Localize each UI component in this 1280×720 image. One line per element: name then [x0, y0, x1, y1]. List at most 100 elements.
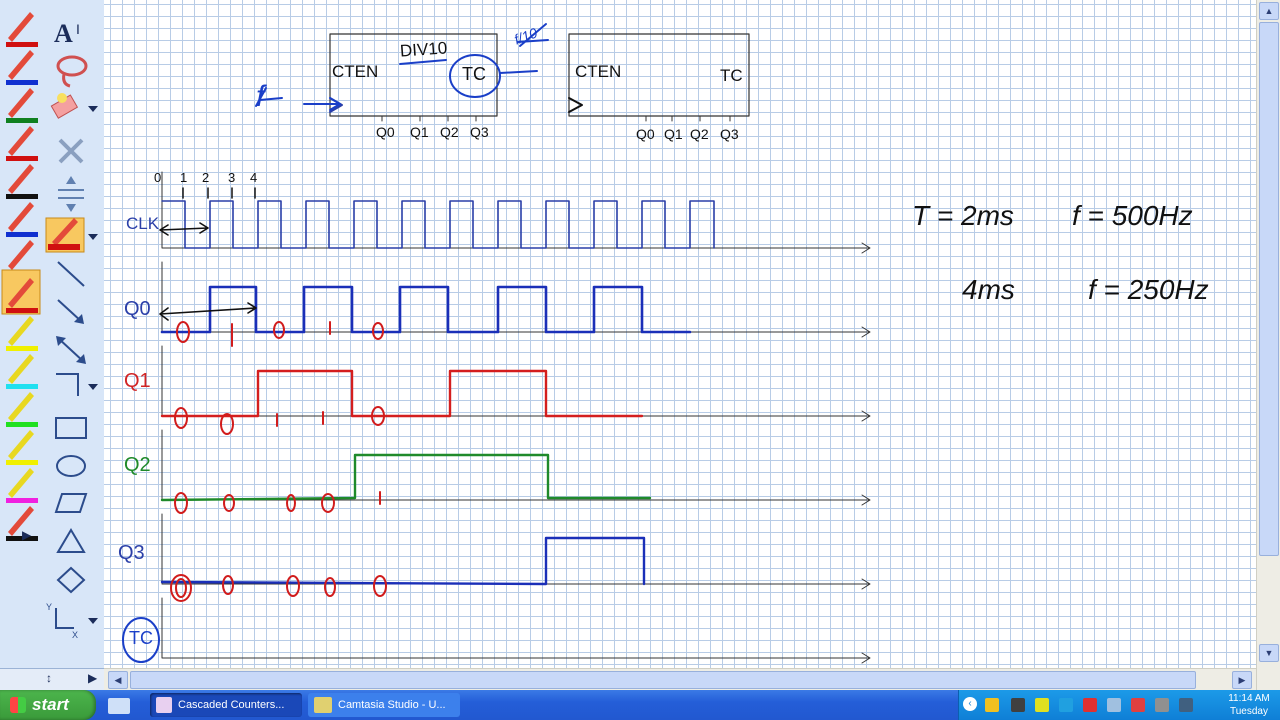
counter1-q1-label: Q1 [410, 124, 429, 140]
task-button-cascaded-counters[interactable]: Cascaded Counters... [150, 693, 302, 717]
horizontal-scrollbar[interactable]: ◀ ▶ [104, 668, 1256, 691]
red-pen-icon [1, 269, 41, 315]
text-tool-icon: A [54, 19, 73, 48]
rectangle-tool-icon [55, 417, 87, 439]
signal-label-tc: TC [129, 628, 153, 648]
scroll-right-button[interactable]: ▶ [1232, 671, 1252, 689]
q2-waveform [160, 453, 652, 502]
red-pen-icon [6, 126, 38, 161]
counter1-tc-label: TC [462, 64, 486, 84]
tray-expand-icon[interactable]: ‹ [963, 697, 977, 711]
scroll-up-button[interactable]: ▲ [1259, 2, 1279, 20]
delete-icon [58, 138, 84, 164]
clock-day: Tuesday [1230, 706, 1268, 717]
user-icon[interactable] [1179, 698, 1193, 712]
signal-label-q0: Q0 [124, 298, 151, 320]
note-freq-q0: f = 250Hz [1088, 274, 1209, 305]
antivirus-icon[interactable] [1083, 698, 1097, 712]
parallelogram-tool-icon [54, 493, 88, 513]
network-icon[interactable] [1011, 698, 1025, 712]
quicklaunch-icon[interactable] [108, 698, 130, 714]
vertical-scroll-thumb[interactable] [1259, 22, 1279, 556]
diamond-tool-icon [56, 566, 86, 594]
counter2-tc-label: TC [720, 66, 743, 85]
pen-palette[interactable] [0, 4, 44, 544]
dropdown-arrow-icon [88, 234, 98, 240]
camtasia-tray-icon[interactable] [1131, 698, 1145, 712]
whiteboard-canvas[interactable]: CTEN DIV10 TC f f/10 Q0 Q1 Q2 Q3 CTEN TC… [104, 0, 1256, 668]
insert-space-icon [58, 176, 84, 212]
arrow-tool-icon [57, 299, 84, 324]
clock-count-2: 2 [202, 170, 210, 185]
expand-icon[interactable]: ▶ [88, 671, 97, 685]
clk-waveform [161, 200, 715, 249]
scroll-down-button[interactable]: ▼ [1259, 644, 1279, 662]
note-period-clk: T = 2ms [912, 200, 1014, 231]
black-pen-icon [6, 164, 38, 199]
note-freq-clk: f = 500Hz [1072, 200, 1193, 231]
scroll-tools-down[interactable]: ↕ ▶ [0, 668, 104, 691]
task-label: Cascaded Counters... [178, 699, 285, 711]
ellipse-tool-icon [56, 455, 86, 477]
clock-count-1: 1 [180, 170, 188, 185]
axes-tool-icon: YX [46, 602, 78, 640]
system-tray: ‹ 11:14 AM Tuesday [958, 690, 1280, 720]
sync-icon[interactable] [1107, 698, 1121, 712]
counter1-q3-label: Q3 [470, 124, 489, 140]
scroll-left-button[interactable]: ◀ [108, 671, 128, 689]
svg-text:X: X [72, 630, 78, 640]
counter2-ctrl-label: CTEN [575, 62, 622, 81]
connector-tool-icon [56, 373, 79, 396]
counter2-q2-label: Q2 [690, 126, 709, 142]
lasso-icon [56, 55, 88, 88]
counter1-input-label: f [256, 80, 265, 113]
clock-count-4: 4 [250, 170, 258, 185]
dropdown-arrow-icon [88, 618, 98, 624]
magenta-highlighter-icon [6, 468, 38, 503]
dropdown-arrow-icon [88, 106, 98, 112]
counter2-q3-label: Q3 [720, 126, 739, 142]
clock-time: 11:14 AM [1228, 693, 1270, 704]
tool-palette[interactable]: A I YX [44, 4, 104, 654]
display-icon[interactable] [1059, 698, 1073, 712]
red-pen-icon [6, 12, 38, 47]
vertical-scrollbar[interactable]: ▲ ▼ [1256, 0, 1280, 690]
windows-logo-icon [10, 697, 26, 713]
settings-icon[interactable] [1155, 698, 1169, 712]
svg-text:I: I [76, 21, 80, 37]
cyan-highlighter-icon [6, 354, 38, 389]
selected-pen-icon [45, 217, 85, 253]
counter1-name: DIV10 [399, 38, 448, 61]
triangle-tool-icon [56, 528, 86, 553]
task-label: Camtasia Studio - U... [338, 699, 446, 711]
counter1-q0-label: Q0 [376, 124, 395, 140]
signal-label-q3: Q3 [118, 542, 145, 564]
line-tool-icon [57, 261, 85, 287]
start-button[interactable]: start [0, 690, 96, 720]
pen-toolbar: A I YX ↕ ▶ ▶ [0, 0, 105, 691]
clock-count-0: 0 [154, 170, 162, 185]
clock-count-3: 3 [228, 170, 236, 185]
dropdown-arrow-icon [88, 384, 98, 390]
signal-icon[interactable] [1035, 698, 1049, 712]
q3-waveform [160, 536, 646, 586]
counter1-q2-label: Q2 [440, 124, 459, 140]
security-shield-icon[interactable] [985, 698, 999, 712]
taskbar: start Cascaded Counters... Camtasia Stud… [0, 690, 1280, 720]
taskbar-clock[interactable]: 11:14 AM Tuesday [1221, 692, 1277, 718]
signal-label-q2: Q2 [124, 454, 151, 476]
green-highlighter-icon [6, 392, 38, 427]
updown-icon: ↕ [46, 671, 52, 685]
horizontal-scroll-thumb[interactable] [130, 671, 1196, 689]
counter2-q0-label: Q0 [636, 126, 655, 142]
counter1-ctrl-label: CTEN [332, 62, 379, 81]
eraser-icon [50, 93, 79, 119]
blue-pen-icon [6, 202, 38, 237]
camtasia-app-icon [314, 697, 332, 713]
start-label: start [32, 695, 69, 714]
drawing-layer [122, 23, 871, 664]
task-button-camtasia[interactable]: Camtasia Studio - U... [308, 693, 460, 717]
collapse-tools-icon[interactable]: ▶ [22, 528, 31, 542]
signal-label-clk: CLK [126, 214, 160, 233]
note-period-q0: 4ms [962, 274, 1015, 305]
